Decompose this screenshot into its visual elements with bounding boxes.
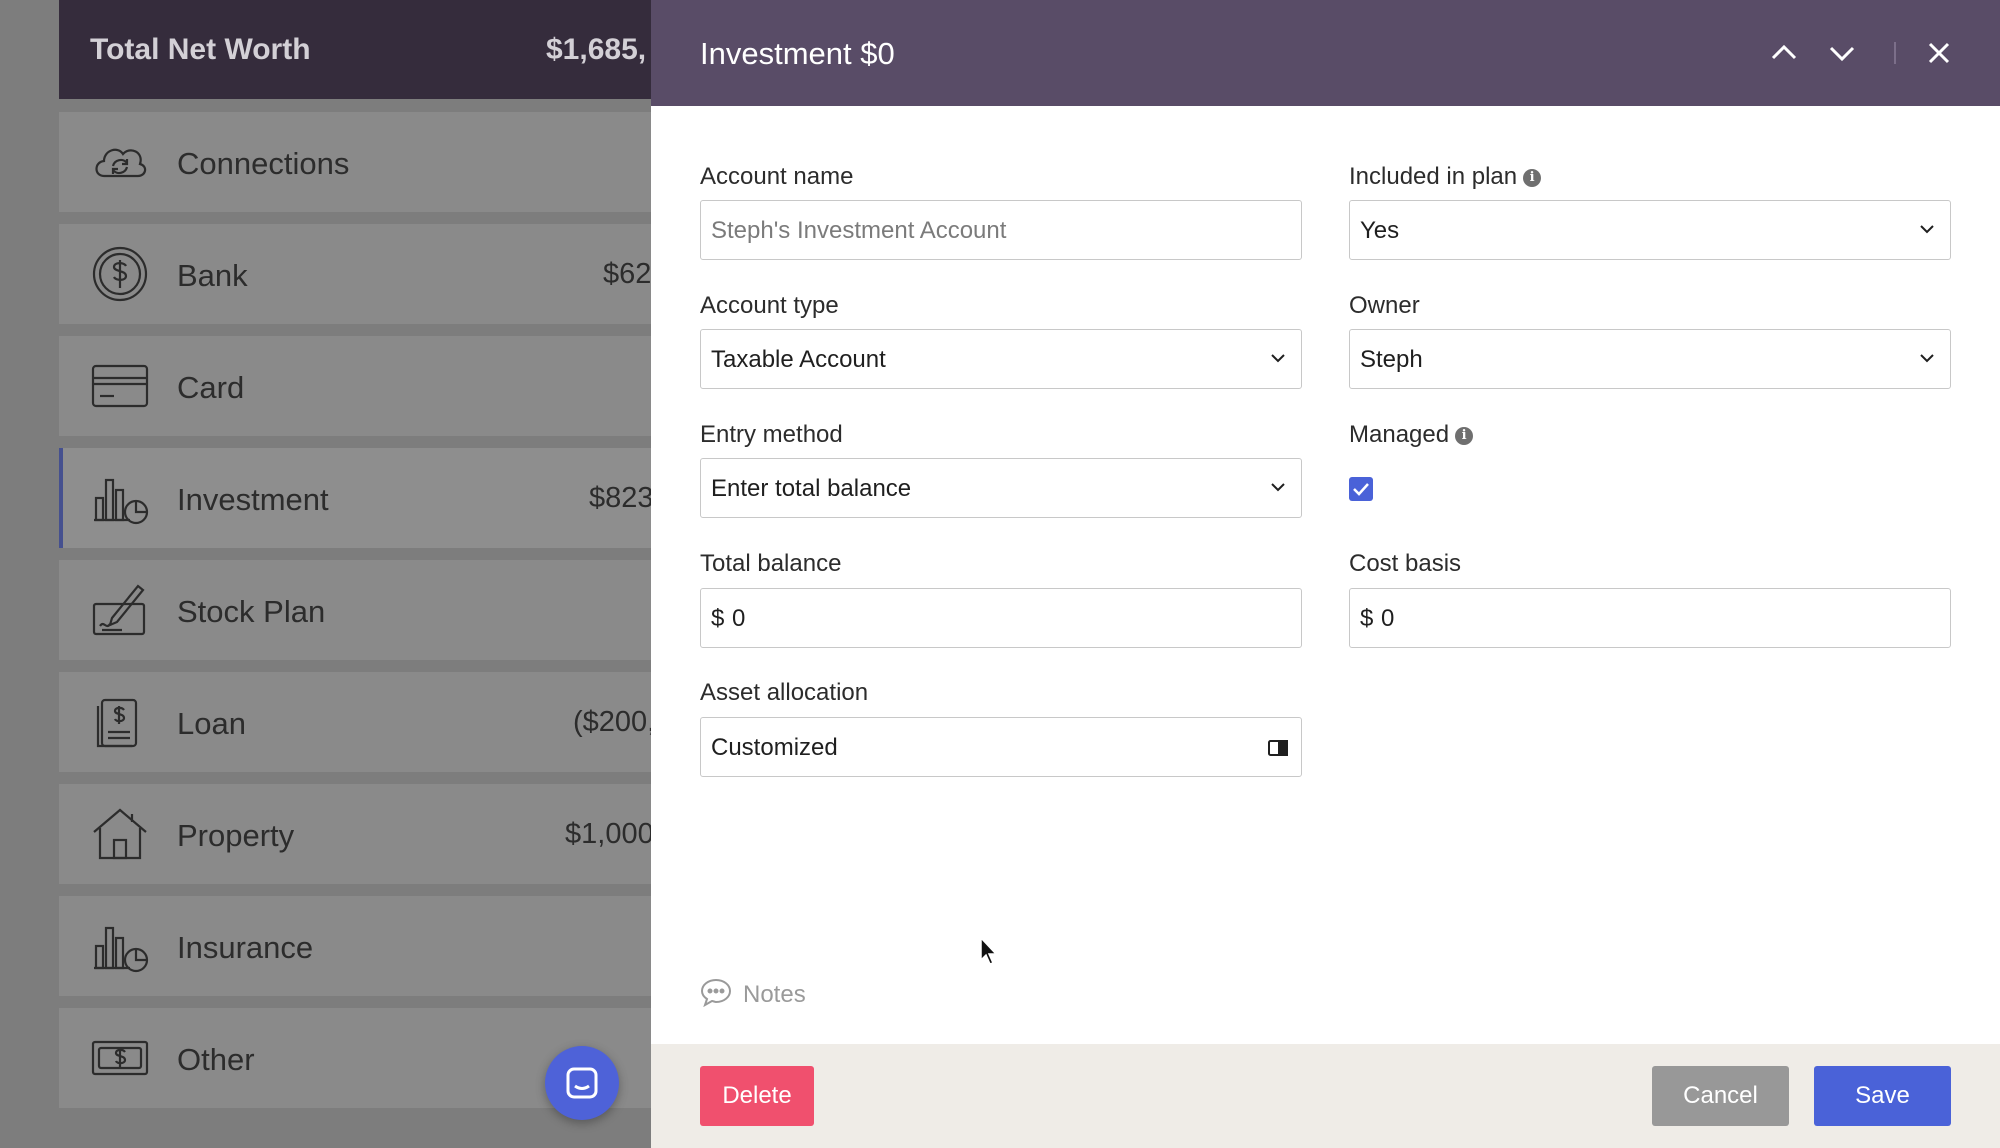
owner-label: Owner [1349, 292, 1420, 319]
sidebar-item-connections[interactable]: Connections [59, 112, 651, 212]
chevron-down-icon [1829, 46, 1855, 62]
chat-button[interactable] [545, 1046, 619, 1120]
asset-allocation-label: Asset allocation [700, 679, 869, 706]
sidebar-item-label: Connections [177, 146, 350, 181]
banknote-icon [90, 1030, 150, 1086]
sidebar-item-label: Investment [177, 482, 329, 517]
total-balance-input[interactable]: $ 0 [700, 588, 1302, 648]
included-in-plan-select[interactable]: Yes [1349, 200, 1951, 260]
managed-label-text: Managed [1349, 421, 1450, 448]
account-type-label: Account type [700, 292, 839, 319]
sidebar-item-amount: $62 [603, 258, 651, 290]
credit-card-icon [90, 358, 150, 414]
sidebar-item-label: Insurance [177, 930, 314, 965]
mouse-cursor-icon [980, 936, 998, 965]
sidebar-item-amount: ($200, [573, 706, 651, 738]
sidebar-item-label: Property [177, 818, 295, 853]
panel-toggle-icon[interactable] [1267, 737, 1289, 759]
net-worth-value: $1,685, [546, 33, 647, 66]
net-worth-header: Total Net Worth $1,685, [59, 0, 651, 99]
panel-header: Investment $0 [651, 0, 2000, 106]
investment-chart-icon [90, 470, 150, 526]
delete-button[interactable]: Delete [700, 1066, 814, 1126]
sidebar-item-label: Stock Plan [177, 594, 326, 629]
signature-icon [90, 582, 150, 638]
sidebar-item-label: Other [177, 1042, 255, 1077]
owner-value: Steph [1360, 346, 1423, 373]
chevron-down-icon [1271, 483, 1285, 492]
accounts-sidebar: Total Net Worth $1,685, Connections Bank… [0, 0, 651, 1148]
chevron-down-icon [1920, 225, 1934, 234]
info-icon[interactable]: i [1523, 168, 1542, 187]
entry-method-value: Enter total balance [711, 475, 912, 502]
cost-basis-input[interactable]: $ 0 [1349, 588, 1951, 648]
sidebar-item-amount: $1,000 [565, 818, 651, 850]
managed-checkbox[interactable] [1349, 477, 1373, 501]
sidebar-item-investment[interactable]: Investment $823 [59, 448, 651, 548]
header-divider [1894, 42, 1896, 64]
entry-method-select[interactable]: Enter total balance [700, 458, 1302, 518]
next-button[interactable] [1822, 33, 1862, 73]
currency-symbol: $ [711, 605, 725, 632]
sidebar-item-label: Loan [177, 706, 246, 741]
chat-icon [566, 1067, 598, 1099]
included-in-plan-label-text: Included in plan [1349, 163, 1518, 190]
cost-basis-value: 0 [1381, 605, 1395, 632]
cost-basis-label: Cost basis [1349, 550, 1462, 577]
sidebar-item-label: Bank [177, 258, 248, 293]
save-button[interactable]: Save [1814, 1066, 1951, 1126]
asset-allocation-value: Customized [711, 734, 838, 761]
house-icon [90, 806, 150, 862]
sidebar-item-bank[interactable]: Bank $62 [59, 224, 651, 324]
account-type-select[interactable]: Taxable Account [700, 329, 1302, 389]
sidebar-item-property[interactable]: Property $1,000 [59, 784, 651, 884]
included-in-plan-label: Included in plan i [1349, 163, 1542, 191]
entry-method-label: Entry method [700, 421, 843, 448]
close-button[interactable] [1919, 33, 1959, 73]
sidebar-item-amount: $823 [589, 482, 651, 514]
insurance-chart-icon [90, 918, 150, 974]
chevron-up-icon [1771, 44, 1797, 60]
sidebar-item-insurance[interactable]: Insurance [59, 896, 651, 996]
included-in-plan-value: Yes [1360, 217, 1400, 244]
sidebar-item-label: Card [177, 370, 245, 405]
sidebar-item-stock-plan[interactable]: Stock Plan [59, 560, 651, 660]
loan-document-icon [90, 694, 150, 750]
cancel-button[interactable]: Cancel [1652, 1066, 1789, 1126]
account-name-label: Account name [700, 163, 854, 190]
notes-label: Notes [743, 981, 806, 1008]
net-worth-title: Total Net Worth [90, 33, 311, 66]
sidebar-item-loan[interactable]: Loan ($200, [59, 672, 651, 772]
total-balance-label: Total balance [700, 550, 842, 577]
account-name-placeholder: Steph's Investment Account [711, 217, 1007, 244]
panel-footer: Delete Cancel Save [651, 1044, 2000, 1148]
currency-symbol: $ [1360, 605, 1374, 632]
sidebar-item-card[interactable]: Card [59, 336, 651, 436]
speech-bubble-icon [700, 978, 732, 1007]
dollar-coin-icon [90, 246, 150, 302]
total-balance-value: 0 [732, 605, 746, 632]
close-icon [1928, 42, 1950, 64]
previous-button[interactable] [1764, 33, 1804, 73]
account-detail-panel: Investment $0 Account name Steph's Inves… [651, 0, 2000, 1148]
checkmark-icon [1353, 483, 1369, 496]
owner-select[interactable]: Steph [1349, 329, 1951, 389]
chevron-down-icon [1920, 354, 1934, 363]
panel-title: Investment $0 [700, 36, 895, 71]
account-name-input[interactable]: Steph's Investment Account [700, 200, 1302, 260]
info-icon[interactable]: i [1455, 426, 1474, 445]
account-type-value: Taxable Account [711, 346, 886, 373]
chevron-down-icon [1271, 354, 1285, 363]
cloud-sync-icon [90, 134, 150, 190]
managed-label: Managed i [1349, 421, 1474, 449]
asset-allocation-field[interactable]: Customized [700, 717, 1302, 777]
